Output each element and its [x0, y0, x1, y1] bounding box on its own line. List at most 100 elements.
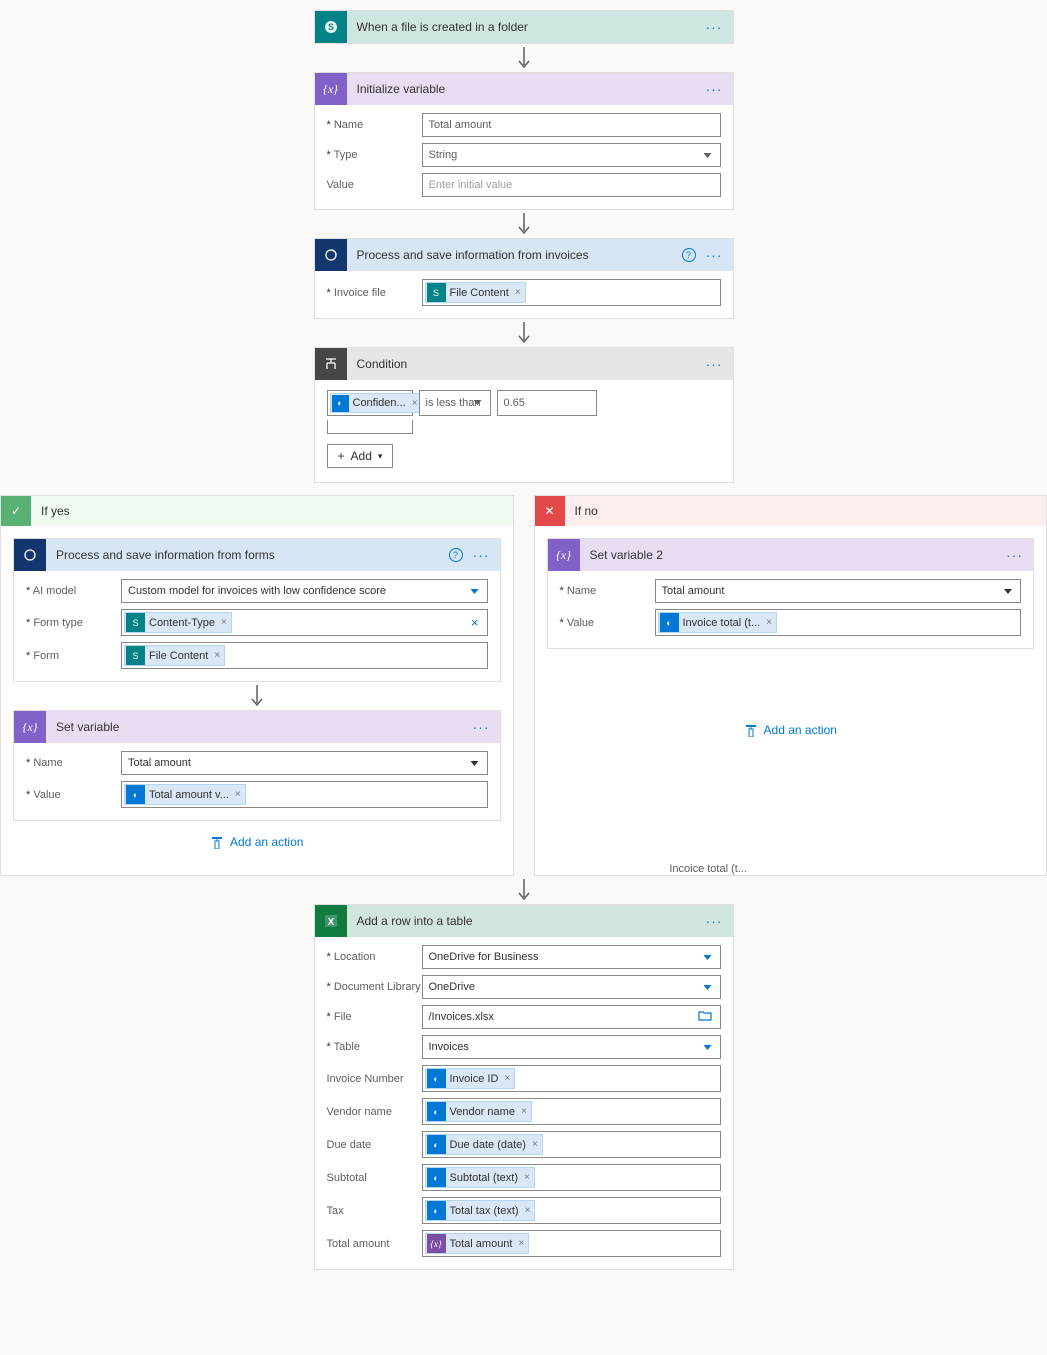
excel-token[interactable]: ◐Subtotal (text)× [425, 1167, 535, 1188]
remove-token-icon[interactable]: × [221, 617, 227, 628]
condition-header[interactable]: Condition ··· [315, 348, 733, 380]
trigger-card: S When a file is created in a folder ··· [314, 10, 734, 44]
type-select[interactable]: String [422, 143, 721, 167]
more-icon[interactable]: ··· [704, 913, 725, 929]
trigger-header[interactable]: S When a file is created in a folder ··· [315, 11, 733, 43]
process-forms-card: Process and save information from forms … [13, 538, 501, 682]
excel-field-label: Invoice Number [327, 1073, 422, 1085]
process-invoices-card: Process and save information from invoic… [314, 238, 734, 319]
dynamic-token-icon: ◐ [126, 785, 145, 804]
more-icon[interactable]: ··· [1004, 547, 1025, 563]
excel-token[interactable]: {x}Total amount× [425, 1233, 530, 1254]
process-invoices-header[interactable]: Process and save information from invoic… [315, 239, 733, 271]
set-variable-2-card: {x} Set variable 2 ··· Name Total amount… [547, 538, 1035, 649]
excel-field-label: Table [327, 1041, 422, 1053]
condition-operator[interactable]: is less than [419, 390, 491, 416]
svg-text:X: X [327, 917, 334, 928]
form-input[interactable]: S File Content × [121, 642, 488, 669]
condition-operand-extra[interactable] [327, 420, 413, 434]
add-action-icon [744, 723, 758, 737]
excel-token[interactable]: ◐Due date (date)× [425, 1134, 543, 1155]
invoice-file-input[interactable]: S File Content × [422, 279, 721, 306]
more-icon[interactable]: ··· [704, 247, 725, 263]
condition-left-operand[interactable]: ◐ Confiden... × [327, 390, 413, 416]
excel-token-input[interactable]: ◐Due date (date)× [422, 1131, 721, 1158]
remove-token-icon[interactable]: × [412, 398, 418, 409]
remove-token-icon[interactable]: × [515, 287, 521, 298]
more-icon[interactable]: ··· [704, 81, 725, 97]
remove-token-icon[interactable]: × [518, 1238, 524, 1249]
excel-token-input[interactable]: ◐Invoice ID× [422, 1065, 721, 1092]
excel-file-input[interactable]: /Invoices.xlsx [422, 1005, 721, 1029]
excel-token-input[interactable]: {x}Total amount× [422, 1230, 721, 1257]
name-select[interactable]: Total amount [655, 579, 1022, 603]
name-label: Name [327, 119, 422, 131]
more-icon[interactable]: ··· [471, 719, 492, 735]
if-yes-branch: ✓ If yes Process and save information fr… [0, 495, 514, 876]
value-input[interactable]: ◐ Invoice total (t... × [655, 609, 1022, 636]
file-content-token[interactable]: S File Content × [124, 645, 225, 666]
value-input[interactable]: ◐ Total amount v... × [121, 781, 488, 808]
remove-token-icon[interactable]: × [235, 789, 241, 800]
excel-select[interactable]: OneDrive [422, 975, 721, 999]
remove-token-icon[interactable]: × [524, 1172, 530, 1183]
file-content-token[interactable]: S File Content × [425, 282, 526, 303]
token-icon: ◐ [427, 1069, 446, 1088]
excel-select[interactable]: OneDrive for Business [422, 945, 721, 969]
name-select[interactable]: Total amount [121, 751, 488, 775]
excel-token-input[interactable]: ◐Total tax (text)× [422, 1197, 721, 1224]
arrow-down-icon [0, 876, 1047, 904]
confidence-token[interactable]: ◐ Confiden... × [330, 393, 423, 413]
excel-token[interactable]: ◐Invoice ID× [425, 1068, 516, 1089]
value-label: Value [327, 179, 422, 191]
total-amount-token[interactable]: ◐ Total amount v... × [124, 784, 246, 805]
excel-token-input[interactable]: ◐Subtotal (text)× [422, 1164, 721, 1191]
more-icon[interactable]: ··· [704, 356, 725, 372]
invoice-total-token[interactable]: ◐ Invoice total (t... × [658, 612, 778, 633]
remove-token-icon[interactable]: × [532, 1139, 538, 1150]
remove-token-icon[interactable]: × [521, 1106, 527, 1117]
variable-icon: {x} [315, 73, 347, 105]
add-action-button[interactable]: Add an action [13, 821, 501, 863]
folder-icon[interactable] [698, 1010, 712, 1024]
help-icon[interactable]: ? [682, 248, 696, 262]
value-input[interactable]: Enter initial value [422, 173, 721, 197]
excel-token[interactable]: ◐Total tax (text)× [425, 1200, 536, 1221]
value-label: Value [560, 617, 655, 629]
excel-field-label: File [327, 1011, 422, 1023]
condition-value[interactable]: 0.65 [497, 390, 597, 416]
more-icon[interactable]: ··· [704, 19, 725, 35]
clear-icon[interactable]: × [471, 615, 479, 630]
condition-title: Condition [347, 357, 704, 371]
excel-field-label: Location [327, 951, 422, 963]
form-type-input[interactable]: S Content-Type × × [121, 609, 488, 636]
set-variable-header[interactable]: {x} Set variable ··· [14, 711, 500, 743]
set-variable-2-title: Set variable 2 [580, 548, 1005, 562]
invoice-file-label: Invoice file [327, 287, 422, 299]
content-type-token[interactable]: S Content-Type × [124, 612, 232, 633]
remove-token-icon[interactable]: × [766, 617, 772, 628]
remove-token-icon[interactable]: × [214, 650, 220, 661]
add-row-header[interactable]: X Add a row into a table ··· [315, 905, 733, 937]
ai-model-select[interactable]: Custom model for invoices with low confi… [121, 579, 488, 603]
help-icon[interactable]: ? [449, 548, 463, 562]
name-input[interactable]: Total amount [422, 113, 721, 137]
if-yes-header: ✓ If yes [1, 496, 513, 526]
excel-select[interactable]: Invoices [422, 1035, 721, 1059]
remove-token-icon[interactable]: × [525, 1205, 531, 1216]
ai-builder-icon [14, 539, 46, 571]
floating-label: Incoice total (t... [669, 863, 747, 875]
excel-field-label: Tax [327, 1205, 422, 1217]
remove-token-icon[interactable]: × [504, 1073, 510, 1084]
add-condition-button[interactable]: + Add ▾ [327, 444, 394, 468]
set-variable-2-header[interactable]: {x} Set variable 2 ··· [548, 539, 1034, 571]
add-action-button[interactable]: Add an action [547, 709, 1035, 751]
process-invoices-title: Process and save information from invoic… [347, 248, 682, 262]
process-forms-header[interactable]: Process and save information from forms … [14, 539, 500, 571]
excel-token-input[interactable]: ◐Vendor name× [422, 1098, 721, 1125]
sharepoint-token-icon: S [126, 613, 145, 632]
excel-token[interactable]: ◐Vendor name× [425, 1101, 532, 1122]
init-variable-header[interactable]: {x} Initialize variable ··· [315, 73, 733, 105]
more-icon[interactable]: ··· [471, 547, 492, 563]
init-variable-title: Initialize variable [347, 82, 704, 96]
